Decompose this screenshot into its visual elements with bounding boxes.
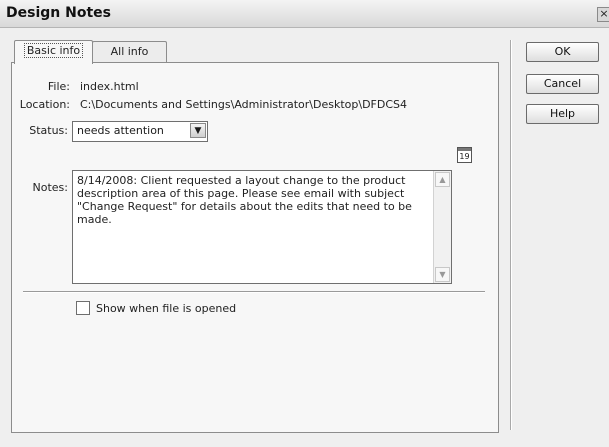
- show-when-opened-checkbox[interactable]: [76, 301, 90, 315]
- file-label: File:: [47, 80, 70, 93]
- status-label: Status:: [29, 124, 68, 137]
- notes-textarea[interactable]: 8/14/2008: Client requested a layout cha…: [72, 170, 452, 284]
- file-value: index.html: [80, 80, 139, 93]
- help-button[interactable]: Help: [526, 104, 599, 124]
- location-label: Location:: [19, 98, 70, 111]
- tab-basic-info-label: Basic info: [23, 43, 84, 58]
- cancel-button[interactable]: Cancel: [526, 74, 599, 94]
- window-title: Design Notes: [6, 5, 111, 21]
- tab-all-info[interactable]: All info: [92, 41, 167, 63]
- show-when-opened-label: Show when file is opened: [96, 302, 237, 315]
- notes-text: 8/14/2008: Client requested a layout cha…: [77, 174, 412, 226]
- scroll-up-icon[interactable]: ▲: [435, 172, 450, 187]
- status-value: needs attention: [77, 124, 164, 137]
- ok-button[interactable]: OK: [526, 42, 599, 62]
- status-select[interactable]: needs attention ▼: [72, 121, 208, 142]
- notes-scrollbar[interactable]: ▲ ▼: [433, 171, 451, 283]
- chevron-down-icon[interactable]: ▼: [190, 123, 206, 138]
- tab-basic-info[interactable]: Basic info: [14, 40, 93, 64]
- panel-divider: [23, 291, 485, 293]
- close-icon[interactable]: ×: [597, 7, 609, 22]
- scroll-down-icon[interactable]: ▼: [435, 267, 450, 282]
- location-value: C:\Documents and Settings\Administrator\…: [80, 98, 408, 111]
- calendar-day: 19: [459, 152, 470, 161]
- vertical-separator: [510, 40, 512, 430]
- title-bar: Design Notes ×: [0, 0, 609, 28]
- calendar-icon[interactable]: 19: [457, 147, 472, 163]
- notes-label: Notes:: [32, 181, 68, 194]
- tab-all-info-label: All info: [110, 45, 149, 58]
